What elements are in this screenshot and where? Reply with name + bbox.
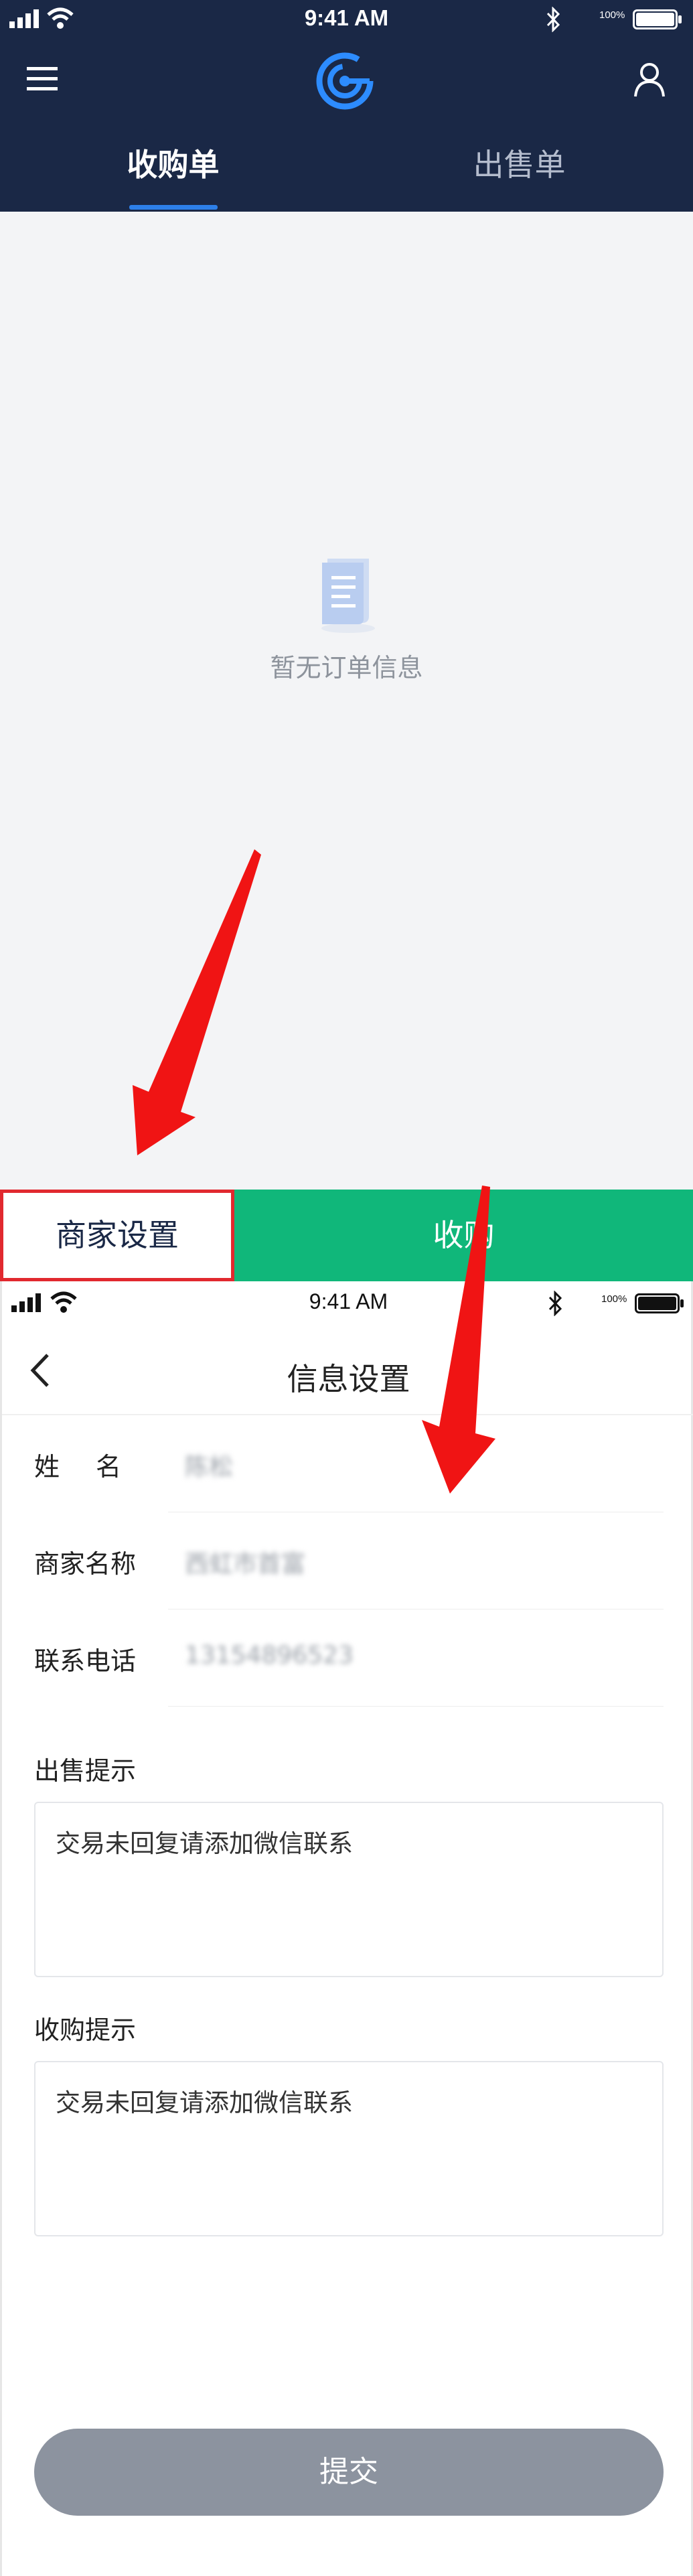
document-icon: [321, 559, 375, 633]
phone-value[interactable]: 13154896523: [185, 1642, 354, 1669]
bottom-bar: 商家设置 收购: [0, 1190, 693, 1281]
merchant-name-field[interactable]: 商家名称 西虹市首富: [34, 1512, 664, 1609]
submit-button[interactable]: 提交: [34, 2429, 664, 2516]
battery-percent: 100%: [601, 1293, 627, 1305]
order-list-empty: 暂无订单信息: [0, 212, 693, 1190]
buy-tip-label: 收购提示: [34, 2015, 137, 2045]
bluetooth-icon: [548, 1291, 562, 1316]
user-icon[interactable]: [633, 62, 666, 98]
buy-button[interactable]: 收购: [234, 1190, 693, 1281]
status-bar: 9:41 AM 100%: [0, 0, 693, 42]
orders-screen: 9:41 AM 100% 收购单 出售单 暂无订单信息 商家设置 收购: [0, 0, 693, 1281]
divider: [168, 1706, 664, 1707]
phone-field[interactable]: 联系电话 13154896523: [34, 1609, 664, 1707]
name-value[interactable]: 陈松: [185, 1447, 233, 1482]
order-tabs: 收购单 出售单: [0, 131, 693, 212]
sell-tip-label: 出售提示: [34, 1756, 137, 1786]
bluetooth-icon: [546, 7, 560, 32]
page: 9:41 AM 100% 收购单 出售单 暂无订单信息 商家设置 收购 9:41…: [0, 0, 693, 2576]
buy-tip-textarea[interactable]: 交易未回复请添加微信联系: [34, 2061, 664, 2236]
tab-indicator: [129, 205, 218, 210]
battery-percent: 100%: [599, 9, 625, 21]
sell-tip-textarea[interactable]: 交易未回复请添加微信联系: [34, 1802, 664, 1977]
merchant-name-value[interactable]: 西虹市首富: [185, 1545, 305, 1579]
status-time: 9:41 AM: [304, 5, 389, 30]
status-time: 9:41 AM: [309, 1289, 388, 1313]
tab-buy-orders[interactable]: 收购单: [0, 141, 346, 185]
tab-sell-orders[interactable]: 出售单: [346, 141, 692, 185]
menu-icon[interactable]: [27, 66, 60, 92]
battery-icon: [635, 1293, 684, 1313]
merchant-name-label: 商家名称: [34, 1549, 137, 1579]
top-nav: [0, 47, 693, 114]
page-title: 信息设置: [287, 1361, 410, 1397]
status-bar: 9:41 AM 100%: [2, 1281, 693, 1323]
header: 9:41 AM 100% 收购单 出售单: [0, 0, 693, 212]
name-label: 姓名: [34, 1452, 158, 1482]
info-settings-screen: 9:41 AM 100% 信息设置 姓名 陈松 商家名称 西虹市首富 联系电话 …: [0, 1281, 693, 2576]
empty-message: 暂无订单信息: [270, 653, 423, 683]
name-field[interactable]: 姓名 陈松: [34, 1415, 664, 1512]
merchant-settings-button[interactable]: 商家设置: [0, 1190, 234, 1281]
top-nav: 信息设置: [2, 1328, 693, 1415]
logo-icon: [316, 52, 374, 110]
battery-icon: [633, 9, 682, 29]
phone-label: 联系电话: [34, 1646, 137, 1676]
